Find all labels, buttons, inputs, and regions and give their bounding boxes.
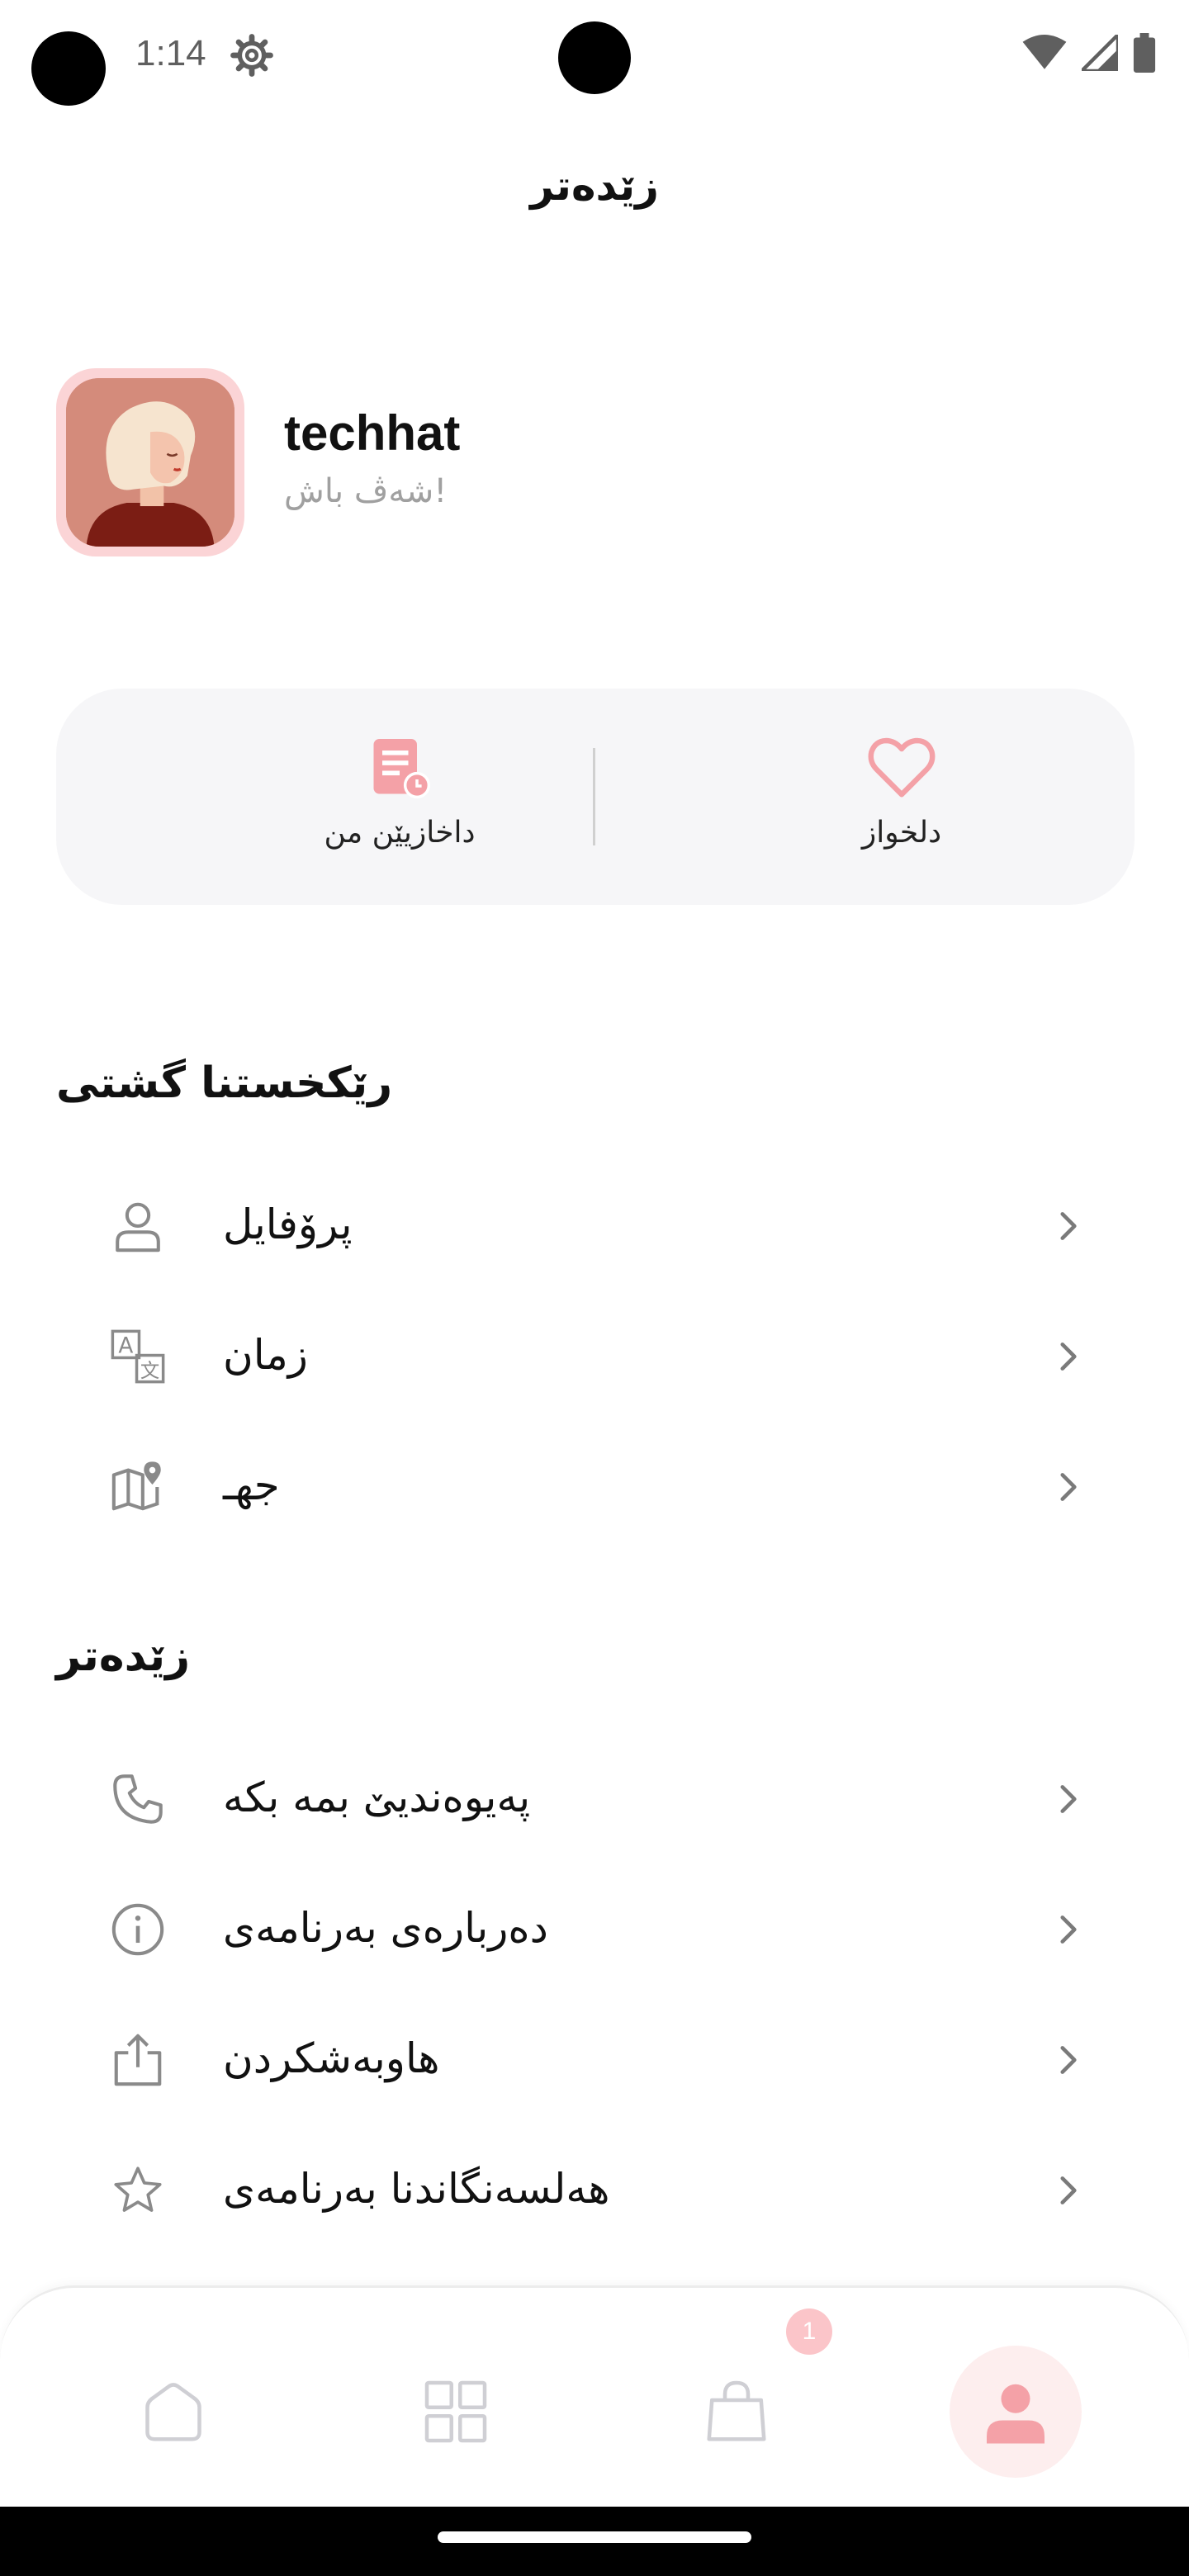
menu-item-label: پەیوەندیێ بمە بکە bbox=[223, 1773, 531, 1821]
signal-icon bbox=[1082, 35, 1118, 71]
bottom-navigation bbox=[0, 2285, 1189, 2507]
translate-icon: A 文 bbox=[111, 1329, 165, 1384]
menu-item-label: دەربارەی بەرنامەی bbox=[223, 1904, 548, 1952]
avatar[interactable] bbox=[56, 368, 244, 556]
greeting-text: شەڤ باش! bbox=[284, 472, 448, 510]
menu-item-location[interactable]: جهـ bbox=[56, 1433, 1135, 1541]
settings-gear-icon bbox=[230, 34, 273, 77]
clock: 1:14 bbox=[135, 33, 206, 73]
chevron-right-icon bbox=[1060, 1212, 1077, 1240]
system-gesture-bar bbox=[0, 2507, 1189, 2576]
svg-text:A: A bbox=[118, 1334, 133, 1359]
gesture-handle[interactable] bbox=[438, 2531, 751, 2543]
menu-item-rate-app[interactable]: هەلسەنگاندنا بەرنامەی bbox=[56, 2137, 1135, 2244]
nav-cart-button[interactable] bbox=[670, 2346, 803, 2478]
battery-icon bbox=[1133, 33, 1156, 73]
share-icon bbox=[114, 2034, 162, 2086]
chevron-right-icon bbox=[1060, 1473, 1077, 1501]
phone-icon bbox=[113, 1774, 163, 1824]
user-name: techhat bbox=[284, 405, 461, 461]
menu-item-label: جهـ bbox=[223, 1461, 280, 1509]
wifi-icon bbox=[1022, 35, 1067, 69]
document-clock-icon bbox=[373, 739, 431, 799]
chevron-right-icon bbox=[1060, 1915, 1077, 1944]
chevron-right-icon bbox=[1060, 2046, 1077, 2074]
menu-item-label: پرۆفایل bbox=[223, 1200, 353, 1248]
my-requests-label: داخازیێن من bbox=[324, 816, 476, 850]
grid-icon bbox=[424, 2380, 487, 2443]
menu-item-share[interactable]: هاوبەشکردن bbox=[56, 2006, 1135, 2114]
chevron-right-icon bbox=[1060, 2176, 1077, 2204]
general-settings-title: رێکخستنا گشتی bbox=[56, 1058, 393, 1108]
star-icon bbox=[114, 2166, 162, 2212]
person-icon bbox=[116, 1202, 160, 1252]
status-bar: 1:14 bbox=[0, 0, 1189, 116]
nav-profile-button[interactable] bbox=[950, 2346, 1082, 2478]
menu-item-label: زمان bbox=[223, 1331, 308, 1379]
page-title: زێدەتر bbox=[530, 162, 659, 210]
home-icon bbox=[145, 2383, 201, 2441]
menu-item-label: هاوبەشکردن bbox=[223, 2034, 440, 2082]
menu-item-about-app[interactable]: دەربارەی بەرنامەی bbox=[56, 1876, 1135, 1983]
my-requests-button[interactable]: داخازیێن من bbox=[234, 730, 565, 850]
nav-categories-button[interactable] bbox=[390, 2346, 522, 2478]
shopping-bag-icon bbox=[707, 2380, 766, 2441]
svg-text:文: 文 bbox=[140, 1359, 159, 1382]
more-section-title: زێدەتر bbox=[56, 1631, 191, 1681]
favorites-label: دلخواز bbox=[861, 816, 942, 850]
system-icons bbox=[1022, 33, 1156, 73]
menu-item-language[interactable]: A 文 زمان bbox=[56, 1303, 1135, 1410]
chevron-right-icon bbox=[1060, 1785, 1077, 1813]
camera-cutout bbox=[558, 21, 631, 94]
menu-item-profile[interactable]: پرۆفایل bbox=[56, 1172, 1135, 1280]
info-icon bbox=[111, 1903, 164, 1956]
profile-icon bbox=[987, 2384, 1045, 2444]
quick-actions-card: داخازیێن من دلخواز bbox=[56, 689, 1135, 905]
avatar-illustration bbox=[66, 378, 234, 547]
heart-icon bbox=[868, 737, 936, 798]
divider bbox=[593, 748, 595, 845]
menu-item-contact-us[interactable]: پەیوەندیێ بمە بکە bbox=[56, 1745, 1135, 1853]
camera-cutout bbox=[31, 31, 106, 106]
nav-home-button[interactable] bbox=[107, 2346, 239, 2478]
menu-item-label: هەلسەنگاندنا بەرنامەی bbox=[223, 2165, 610, 2213]
favorites-button[interactable]: دلخواز bbox=[737, 730, 1067, 850]
chevron-right-icon bbox=[1060, 1342, 1077, 1371]
cart-count-badge: 1 bbox=[786, 2308, 832, 2355]
map-pin-icon bbox=[111, 1461, 161, 1511]
